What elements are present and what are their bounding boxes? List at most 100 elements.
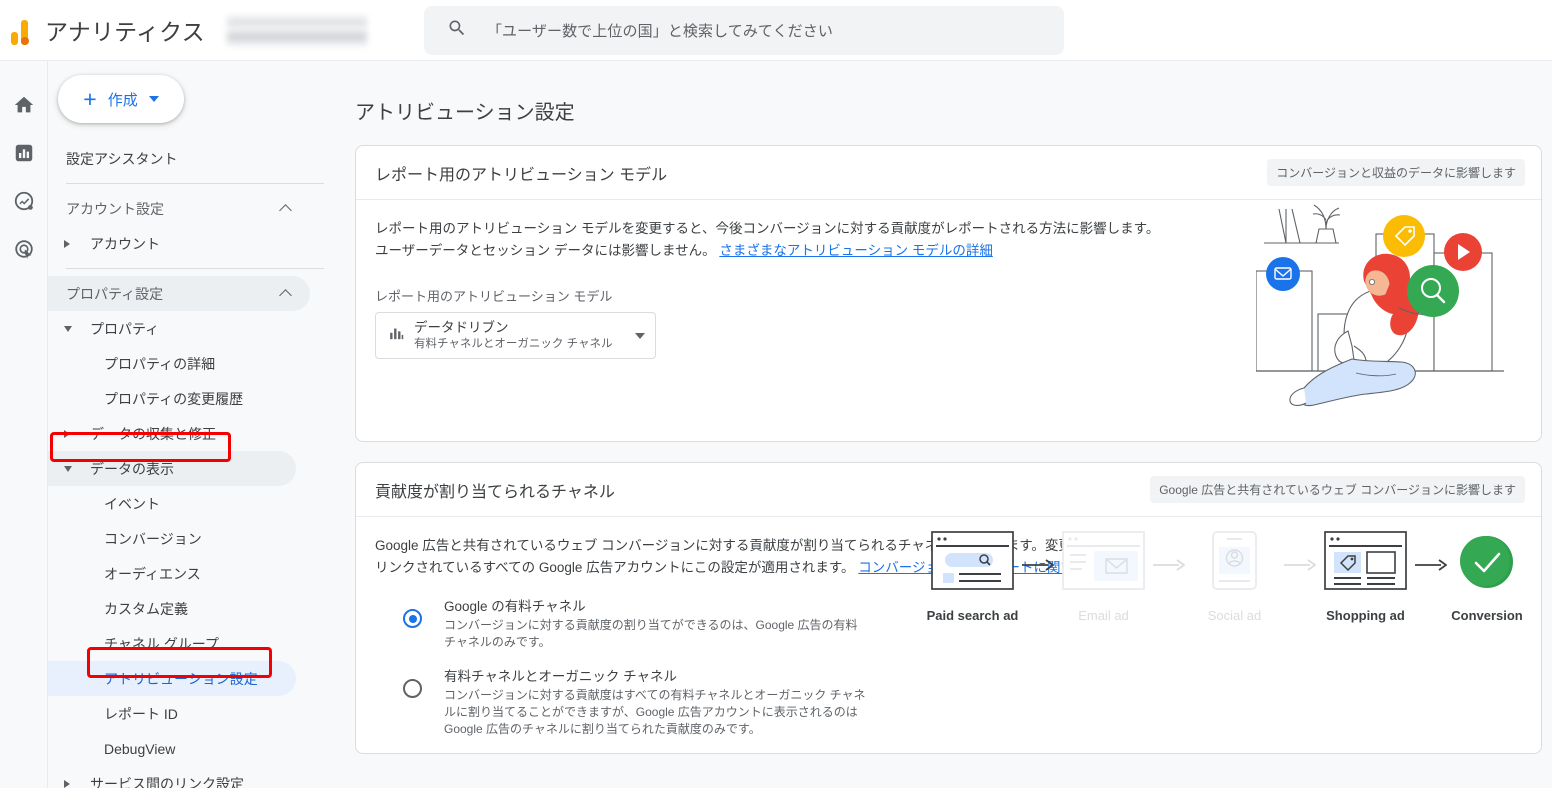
sidebar-item-audiences[interactable]: オーディエンス [48, 556, 310, 591]
flow-step-paid-search-ad: Paid search ad [923, 531, 1022, 623]
plus-icon: + [83, 85, 97, 112]
sidebar-item-label: サービス間のリンク設定 [90, 775, 244, 788]
sidebar-item-label: アカウント設定 [66, 200, 164, 217]
search-bar[interactable]: 「ユーザー数で上位の国」と検索してみてください [423, 5, 1064, 55]
card-badge: コンバージョンと収益のデータに影響します [1267, 159, 1525, 186]
chevron-down-icon [148, 96, 159, 102]
card-title: レポート用のアトリビューション モデル [375, 166, 668, 184]
flow-step-shopping-ad: Shopping ad [1316, 531, 1415, 623]
sidebar-item-setup-assistant[interactable]: 設定アシスタント [48, 141, 310, 176]
bar-chart-small-icon [388, 325, 405, 347]
icon-rail [0, 61, 48, 788]
radio-option-paid-and-organic-channels[interactable]: 有料チャネルとオーガニック チャネル コンバージョンに対する貢献度はすべての有料… [375, 665, 1522, 738]
email-ad-icon [1062, 531, 1145, 595]
sidebar-item-conversions[interactable]: コンバージョン [48, 521, 310, 556]
sidebar-item-label: 設定アシスタント [66, 150, 178, 167]
triangle-right-icon [64, 429, 70, 438]
sidebar-item-property-details[interactable]: プロパティの詳細 [48, 346, 310, 381]
card-header: 貢献度が割り当てられるチャネル Google 広告と共有されているウェブ コンバ… [356, 463, 1541, 517]
description-line-2: ユーザーデータとセッション データには影響しません。 [375, 243, 716, 258]
attributed-channels-card: 貢献度が割り当てられるチャネル Google 広告と共有されているウェブ コンバ… [355, 462, 1542, 754]
flow-arrow-2 [1153, 558, 1186, 576]
person-with-bar-chart-illustration [1252, 196, 1531, 416]
search-placeholder: 「ユーザー数で上位の国」と検索してみてください [486, 22, 833, 40]
chevron-down-icon [635, 332, 645, 339]
chevron-up-icon [279, 288, 292, 302]
sidebar-item-label: データの表示 [90, 460, 174, 477]
sidebar-item-reporting-identity[interactable]: レポート ID [48, 696, 310, 731]
radio-texts: Google の有料チャネル コンバージョンに対する貢献度の割り当てができるのは… [444, 595, 869, 651]
sidebar-item-custom-definitions[interactable]: カスタム定義 [48, 591, 310, 626]
sidebar-item-account[interactable]: アカウント [48, 226, 310, 261]
search-icon [447, 18, 467, 43]
card-body: レポート用のアトリビューション モデルを変更すると、今後コンバージョンに対する貢… [356, 200, 1541, 407]
triangle-down-icon [64, 326, 72, 332]
create-button[interactable]: + 作成 [58, 75, 184, 123]
card-header: レポート用のアトリビューション モデル コンバージョンと収益のデータに影響します [356, 146, 1541, 200]
sidebar-item-property-change-history[interactable]: プロパティの変更履歴 [48, 381, 310, 416]
flow-arrow-1 [1022, 558, 1055, 576]
analytics-logo-icon [11, 15, 29, 45]
description-line-1: レポート用のアトリビューション モデルを変更すると、今後コンバージョンに対する貢… [375, 221, 1160, 236]
chevron-up-icon [279, 203, 292, 217]
sidebar-item-product-links[interactable]: サービス間のリンク設定 [48, 766, 310, 788]
sidebar-divider [66, 268, 324, 269]
radio-option-description: コンバージョンに対する貢献度の割り当てができるのは、Google 広告の有料チャ… [444, 618, 858, 649]
paid-search-ad-icon [931, 531, 1014, 595]
advertising-target-icon[interactable] [0, 225, 48, 273]
conversion-check-icon [1459, 534, 1515, 595]
card-title: 貢献度が割り当てられるチャネル [375, 483, 615, 501]
sidebar-item-label: カスタム定義 [104, 600, 188, 617]
sidebar-item-label: イベント [104, 495, 160, 512]
create-button-label: 作成 [107, 91, 138, 109]
sidebar-group-account-settings[interactable]: アカウント設定 [48, 191, 310, 226]
flow-step-social-ad: Social ad [1185, 531, 1284, 623]
radio-option-title: 有料チャネルとオーガニック チャネル [444, 669, 677, 684]
flow-arrow-4 [1415, 558, 1448, 576]
sidebar-item-label: チャネル グループ [104, 635, 219, 652]
social-ad-icon [1205, 531, 1264, 595]
radio-texts: 有料チャネルとオーガニック チャネル コンバージョンに対する貢献度はすべての有料… [444, 665, 869, 738]
bar-chart-icon[interactable] [0, 129, 48, 177]
reporting-attribution-model-card: レポート用のアトリビューション モデル コンバージョンと収益のデータに影響します… [355, 145, 1542, 442]
sidebar-item-property[interactable]: プロパティ [48, 311, 310, 346]
sidebar-item-label: アトリビューション設定 [104, 670, 258, 687]
top-bar: アナリティクス 「ユーザー数で上位の国」と検索してみてください [0, 0, 1552, 61]
description-line-2: リンクされているすべての Google 広告アカウントにこの設定が適用されます。 [375, 560, 855, 575]
account-name-blurred[interactable] [226, 13, 367, 47]
radio-option-description: コンバージョンに対する貢献度はすべての有料チャネルとオーガニック チャネルに割り… [444, 688, 866, 736]
sidebar-item-label: プロパティ [90, 320, 160, 337]
sidebar-nav: 設定アシスタント アカウント設定 アカウント プロパティ設定 プロパティ プロパ… [48, 141, 344, 788]
radio-button[interactable] [403, 679, 422, 698]
triangle-right-icon [64, 239, 70, 248]
flow-arrow-3 [1284, 558, 1317, 576]
flow-step-label: Shopping ad [1326, 608, 1405, 623]
sidebar-item-data-collection[interactable]: データの収集と修正 [48, 416, 310, 451]
sidebar-item-label: プロパティ設定 [66, 285, 164, 302]
sidebar-item-debugview[interactable]: DebugView [48, 731, 310, 766]
sidebar-item-attribution-settings[interactable]: アトリビューション設定 [48, 661, 296, 696]
explore-icon[interactable] [0, 177, 48, 225]
flow-step-label: Email ad [1078, 608, 1129, 623]
sidebar-group-property-settings[interactable]: プロパティ設定 [48, 276, 310, 311]
main-content: アトリビューション設定 レポート用のアトリビューション モデル コンバージョンと… [344, 61, 1552, 788]
radio-button[interactable] [403, 609, 422, 628]
sidebar-item-label: コンバージョン [104, 530, 202, 547]
flow-step-email-ad: Email ad [1054, 531, 1153, 623]
sidebar-item-events[interactable]: イベント [48, 486, 310, 521]
attribution-model-select[interactable]: データドリブン 有料チャネルとオーガニック チャネル [375, 312, 656, 359]
select-texts: データドリブン 有料チャネルとオーガニック チャネル [414, 319, 631, 352]
card-badge: Google 広告と共有されているウェブ コンバージョンに影響します [1150, 476, 1525, 503]
sidebar-item-channel-groups[interactable]: チャネル グループ [48, 626, 310, 661]
sidebar-item-label: DebugView [104, 740, 176, 757]
attribution-models-learn-more-link[interactable]: さまざまなアトリビューション モデルの詳細 [719, 243, 992, 258]
sidebar-item-data-display[interactable]: データの表示 [48, 451, 296, 486]
flow-step-label: Conversion [1451, 608, 1523, 623]
sidebar-item-label: プロパティの変更履歴 [104, 390, 244, 407]
select-subtitle: 有料チャネルとオーガニック チャネル [414, 338, 613, 350]
card-body: Google 広告と共有されているウェブ コンバージョンに対する貢献度が割り当て… [356, 517, 1541, 774]
home-icon[interactable] [0, 81, 48, 129]
conversion-path-flow: Paid search ad Email ad Social ad Shoppi… [923, 531, 1527, 623]
triangle-down-icon [64, 466, 72, 472]
page-title: アトリビューション設定 [355, 102, 575, 124]
